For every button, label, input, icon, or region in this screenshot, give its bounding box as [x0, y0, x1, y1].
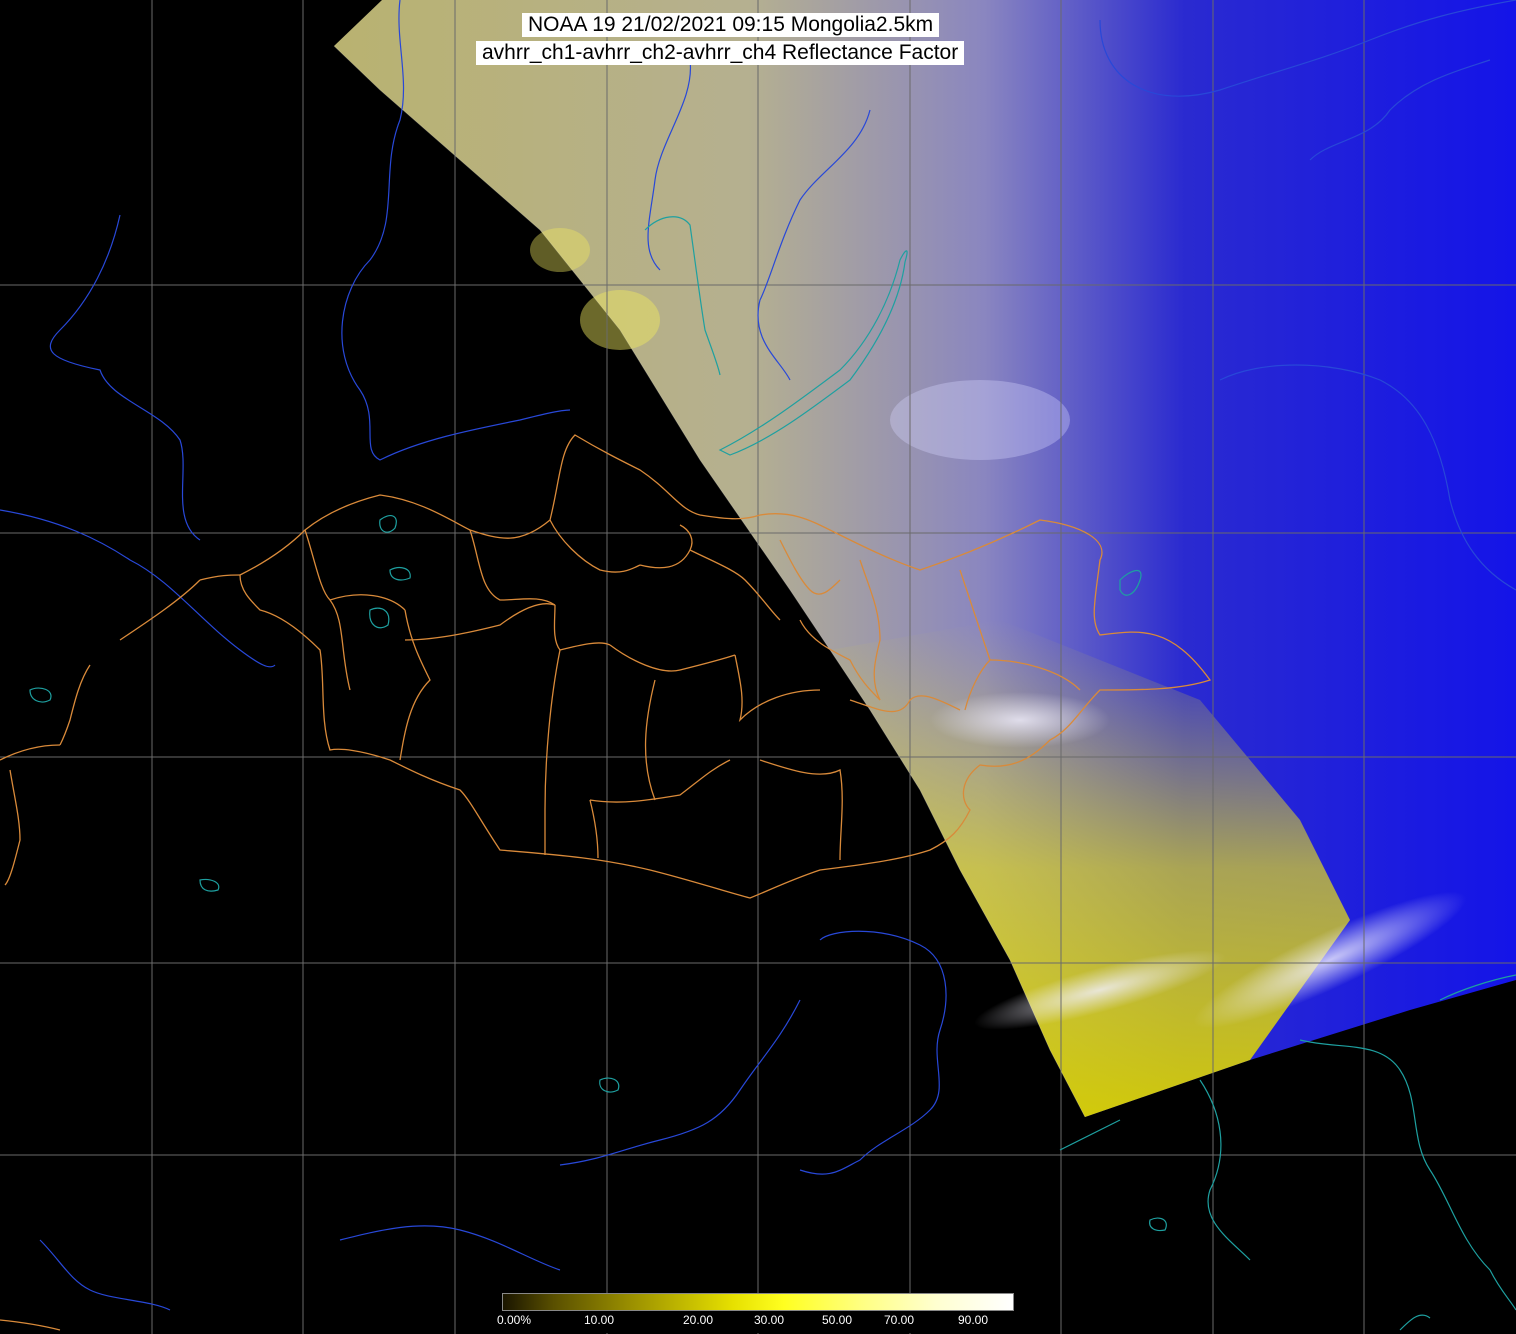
map-title-line1: NOAA 19 21/02/2021 09:15 Mongolia2.5km	[522, 13, 940, 37]
colorbar-label: 10.00	[584, 1313, 615, 1327]
satellite-swath	[334, 0, 1516, 1117]
colorbar	[502, 1293, 1014, 1311]
colorbar-labels: 0.00% 10.00 20.00 30.00 50.00 70.00 90.0…	[497, 1311, 1014, 1333]
colorbar-label: 20.00	[683, 1313, 714, 1327]
satellite-map	[0, 0, 1516, 1334]
colorbar-label: 30.00	[754, 1313, 785, 1327]
colorbar-label: 90.00	[958, 1313, 989, 1327]
colorbar-label: 50.00	[822, 1313, 853, 1327]
colorbar-label: 70.00	[884, 1313, 915, 1327]
map-title-line2: avhrr_ch1-avhrr_ch2-avhrr_ch4 Reflectanc…	[476, 41, 965, 65]
colorbar-label: 0.00%	[497, 1313, 532, 1327]
